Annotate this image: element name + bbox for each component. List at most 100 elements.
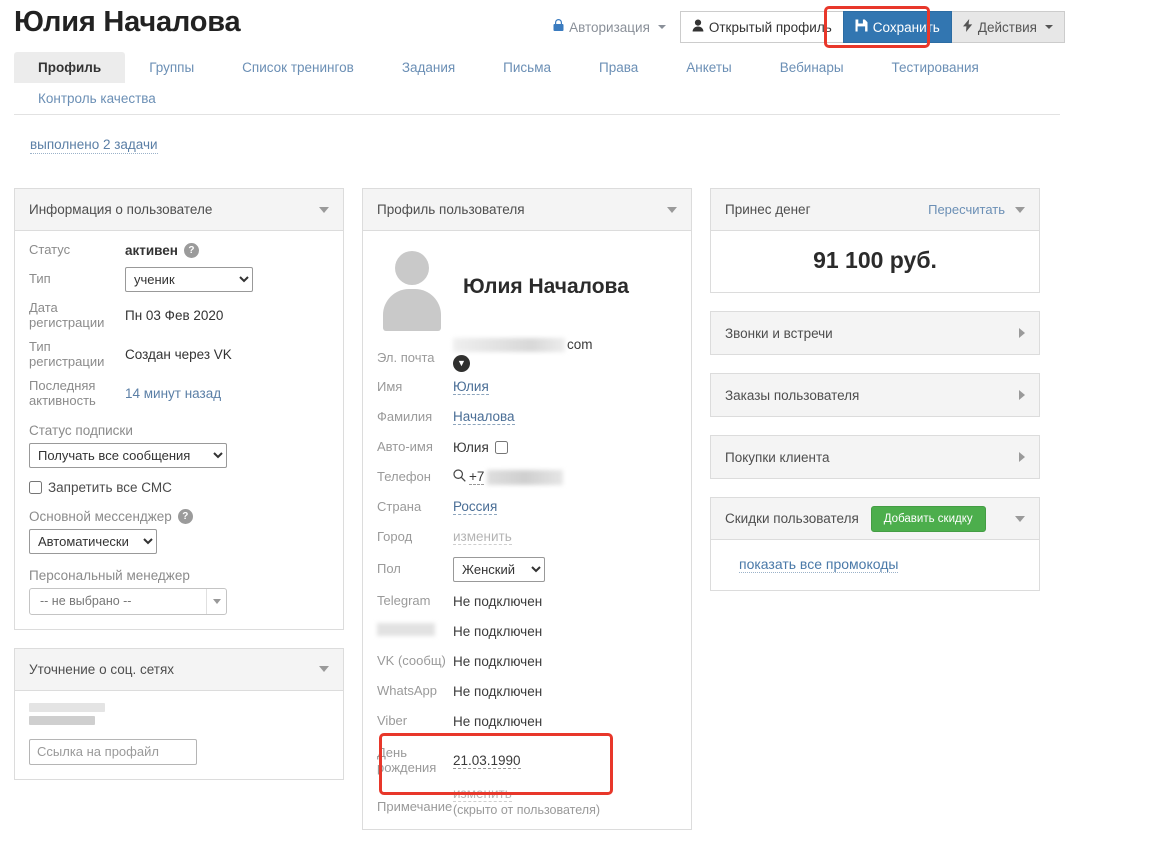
- calls-and-meetings-title: Звонки и встречи: [725, 325, 833, 341]
- profile-row-firstname-value[interactable]: Юлия: [453, 379, 489, 395]
- collapse-toggle-icon[interactable]: [667, 206, 677, 213]
- money-brought-amount: 91 100 руб.: [813, 247, 937, 273]
- open-profile-button[interactable]: Открытый профиль: [679, 11, 843, 43]
- collapse-toggle-icon[interactable]: [1015, 515, 1025, 522]
- search-icon[interactable]: [453, 469, 466, 485]
- field-registration-type-label: Тип регистрации: [29, 338, 105, 369]
- tab-label: Анкеты: [686, 60, 732, 75]
- chevron-down-icon[interactable]: ▼: [453, 355, 470, 372]
- tab-label: Задания: [401, 60, 456, 75]
- tab-webinars[interactable]: Вебинары: [756, 52, 868, 83]
- block-all-sms-row[interactable]: Запретить все СМС: [29, 480, 329, 495]
- authorization-dropdown[interactable]: Авторизация: [553, 11, 666, 43]
- money-brought-panel-header: Принес денег Пересчитать: [711, 189, 1039, 231]
- subscription-status-select[interactable]: Получать все сообщения: [29, 442, 227, 468]
- social-networks-panel-header: Уточнение о соц. сетях: [15, 648, 343, 691]
- recalculate-link[interactable]: Пересчитать: [928, 202, 1005, 217]
- tab-groups[interactable]: Группы: [125, 52, 218, 83]
- collapse-toggle-icon[interactable]: [1015, 206, 1025, 213]
- add-discount-button[interactable]: Добавить скидку: [870, 505, 986, 532]
- user-profile-panel-title: Профиль пользователя: [377, 202, 525, 217]
- profile-row-autoname: Авто-имя Юлия: [377, 432, 677, 462]
- field-status-label: Статус: [29, 242, 71, 258]
- completed-tasks-link[interactable]: выполнено 2 задачи: [30, 137, 158, 154]
- profile-row-country-value[interactable]: Россия: [453, 499, 498, 515]
- user-discounts-header: Скидки пользователя Добавить скидку: [711, 498, 1039, 540]
- profile-row-email: Эл. почта com ▼: [377, 337, 677, 372]
- primary-messenger-select[interactable]: Автоматически: [29, 528, 157, 554]
- tab-profile[interactable]: Профиль: [14, 52, 126, 83]
- page-title: Юлия Началова: [14, 6, 241, 38]
- profile-row-firstname-label: Имя: [377, 378, 403, 394]
- profile-row-lastname-label: Фамилия: [377, 408, 433, 424]
- profile-row-phone-label: Телефон: [377, 468, 431, 484]
- field-status: Статус активен ?: [29, 242, 329, 258]
- autoname-checkbox[interactable]: [494, 440, 508, 454]
- calls-and-meetings-header[interactable]: Звонки и встречи: [711, 312, 1039, 354]
- redacted-phone: [487, 469, 564, 485]
- collapse-toggle-icon[interactable]: [319, 206, 329, 213]
- actions-label: Действия: [977, 19, 1037, 35]
- tab-label: Группы: [149, 60, 195, 75]
- actions-dropdown-button[interactable]: Действия: [951, 11, 1065, 43]
- tab-questionnaires[interactable]: Анкеты: [662, 52, 755, 83]
- show-all-promocodes-link[interactable]: показать все промокоды: [739, 556, 899, 573]
- profile-row-city-value[interactable]: изменить: [453, 529, 512, 545]
- profile-row-note-value[interactable]: изменить: [453, 786, 512, 802]
- profile-row-viber-label: Viber: [377, 712, 408, 728]
- user-type-select[interactable]: ученик: [125, 267, 253, 292]
- collapse-toggle-icon[interactable]: [319, 666, 329, 673]
- help-icon[interactable]: ?: [183, 243, 199, 258]
- money-brought-panel: Принес денег Пересчитать 91 100 руб.: [710, 188, 1040, 293]
- tab-letters[interactable]: Письма: [479, 52, 575, 83]
- profile-row-gender: Пол Женский: [377, 552, 677, 586]
- profile-row-redacted-channel-value: Не подключен: [453, 623, 543, 639]
- tab-tasks[interactable]: Задания: [378, 52, 479, 83]
- client-purchases-panel[interactable]: Покупки клиента: [710, 435, 1040, 479]
- chevron-right-icon[interactable]: [1019, 328, 1025, 338]
- social-networks-panel-body: [15, 691, 343, 779]
- profile-row-vk: VK (сообщ) Не подключен: [377, 646, 677, 676]
- personal-manager-label: Персональный менеджер: [29, 567, 190, 583]
- calls-and-meetings-panel[interactable]: Звонки и встречи: [710, 311, 1040, 355]
- gender-select[interactable]: Женский: [453, 556, 545, 582]
- tab-trainings-list[interactable]: Список тренингов: [218, 52, 378, 83]
- help-icon[interactable]: ?: [177, 508, 193, 524]
- chevron-right-icon[interactable]: [1019, 390, 1025, 400]
- profile-row-email-label: Эл. почта: [377, 350, 435, 365]
- field-registration-date: Дата регистрации Пн 03 Фев 2020: [29, 300, 329, 331]
- profile-row-viber-value: Не подключен: [453, 713, 543, 729]
- profile-row-birthday-value[interactable]: 21.03.1990: [453, 753, 521, 769]
- block-all-sms-label: Запретить все СМС: [48, 479, 172, 495]
- profile-row-whatsapp-label: WhatsApp: [377, 682, 437, 698]
- save-button[interactable]: Сохранить: [842, 11, 952, 43]
- profile-link-input[interactable]: [29, 738, 197, 765]
- profile-row-lastname-value[interactable]: Началова: [453, 409, 515, 425]
- profile-row-phone-value[interactable]: +7: [469, 469, 485, 485]
- profile-row-email-value: com: [567, 337, 593, 352]
- tab-rights[interactable]: Права: [575, 52, 662, 83]
- profile-name: Юлия Началова: [463, 275, 629, 298]
- personal-manager-select[interactable]: -- не выбрано --: [29, 587, 227, 615]
- chevron-down-icon: [657, 25, 666, 29]
- profile-row-gender-label: Пол: [377, 560, 401, 576]
- social-networks-panel-title: Уточнение о соц. сетях: [29, 661, 175, 677]
- profile-row-viber: Viber Не подключен: [377, 706, 677, 736]
- middle-column: Профиль пользователя Юлия Началова Эл. п…: [362, 188, 692, 848]
- tab-label: Тестирования: [891, 60, 979, 75]
- tab-testing[interactable]: Тестирования: [868, 52, 1003, 83]
- chevron-right-icon[interactable]: [1019, 452, 1025, 462]
- save-label: Сохранить: [872, 19, 940, 35]
- user-orders-panel[interactable]: Заказы пользователя: [710, 373, 1040, 417]
- tab-label: Письма: [503, 60, 551, 75]
- field-last-activity-value[interactable]: 14 минут назад: [125, 386, 221, 401]
- tab-label: Права: [599, 60, 639, 75]
- status-text: активен: [125, 243, 178, 258]
- profile-identity: Юлия Началова: [363, 231, 691, 337]
- client-purchases-header[interactable]: Покупки клиента: [711, 436, 1039, 478]
- tab-quality-control[interactable]: Контроль качества: [14, 83, 180, 114]
- user-orders-header[interactable]: Заказы пользователя: [711, 374, 1039, 416]
- block-all-sms-checkbox[interactable]: [29, 480, 42, 494]
- profile-row-city: Город изменить: [377, 522, 677, 552]
- floppy-disk-icon: [855, 19, 868, 35]
